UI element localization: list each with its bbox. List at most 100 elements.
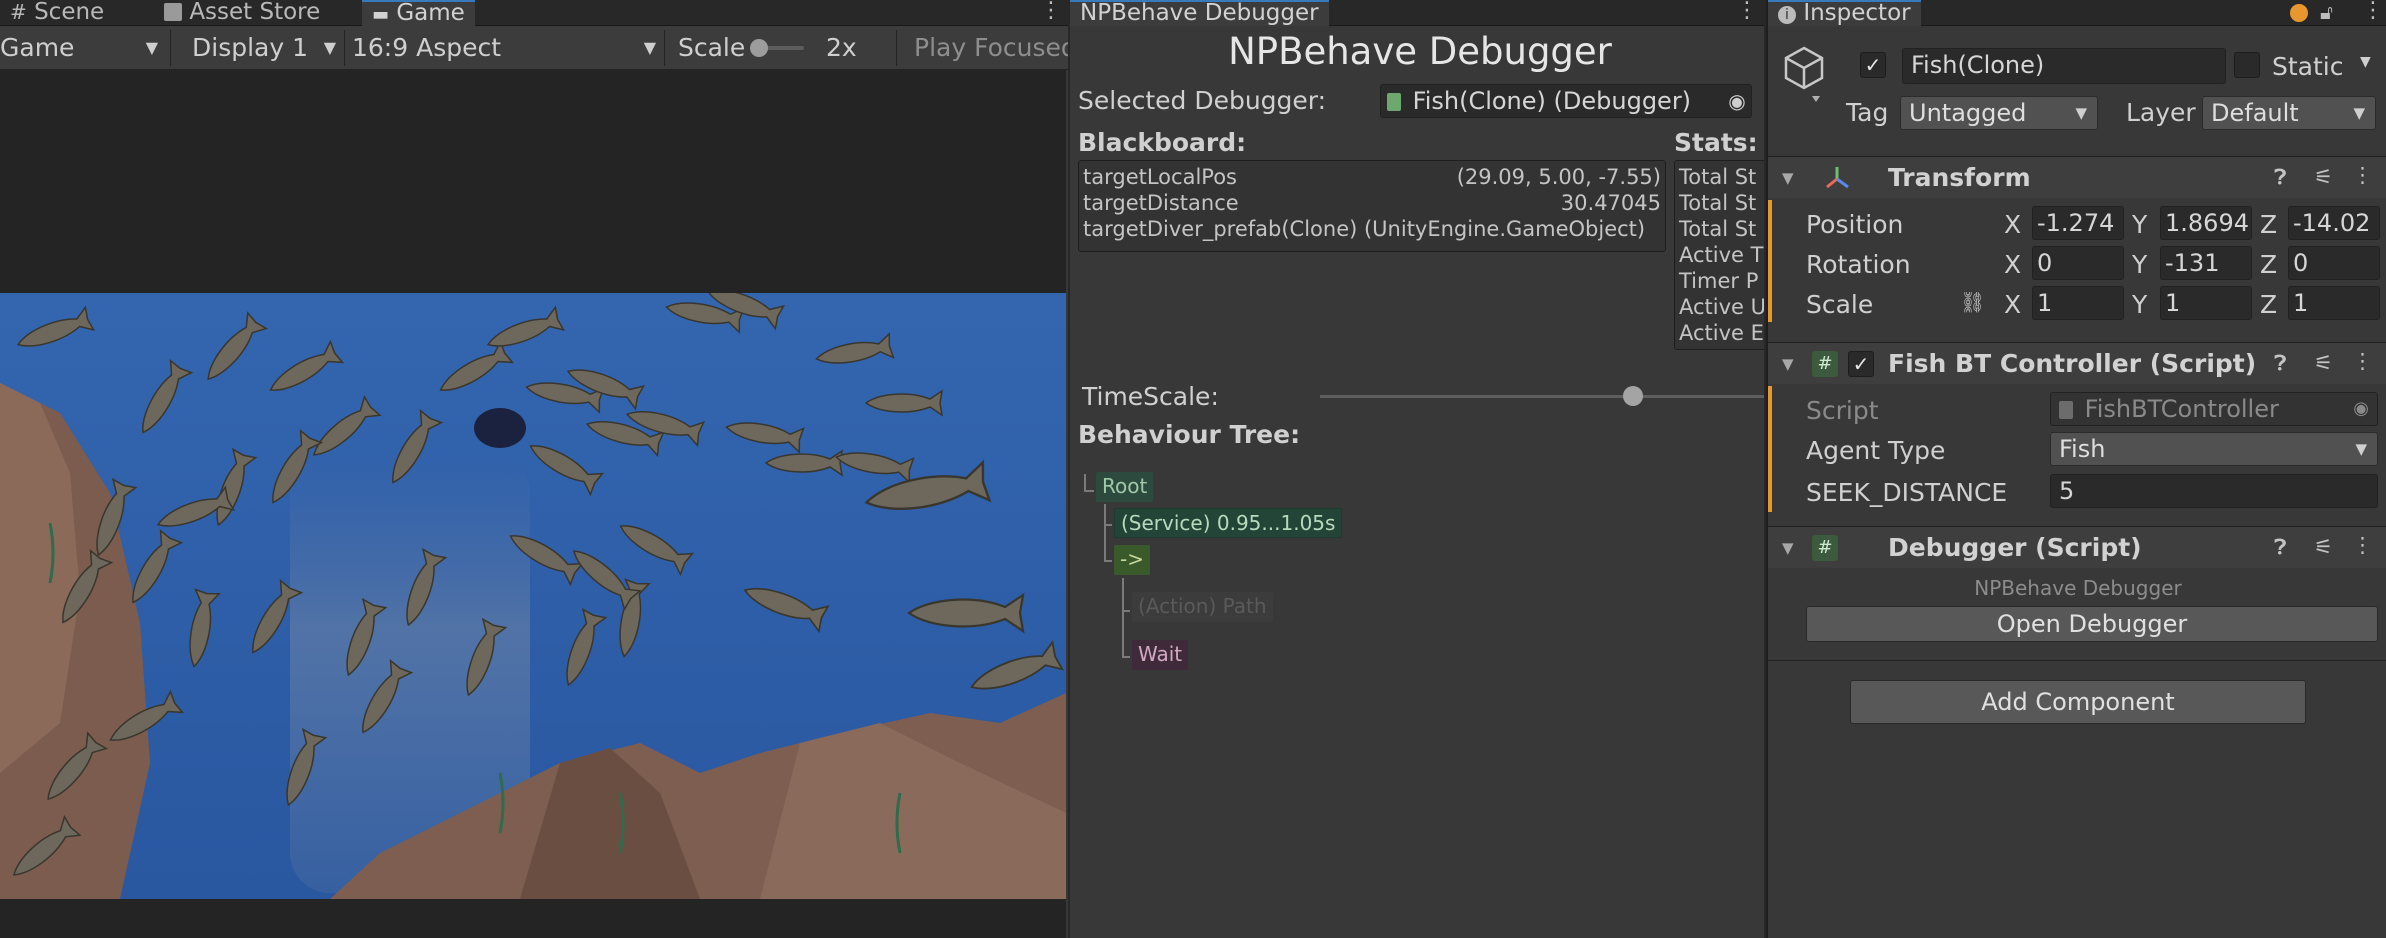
selected-debugger-field[interactable]: Fish(Clone) (Debugger) (1380, 84, 1752, 118)
stats-box: Total St Total St Total St Active T Timer PA… (1674, 160, 1764, 350)
tab-asset-store[interactable]: Asset Store (154, 0, 330, 26)
transform-z-field[interactable]: 0 (2288, 246, 2380, 280)
preset-sliders-icon[interactable]: ⚟ (2314, 165, 2333, 189)
tree-node-sequence[interactable]: -> (1114, 545, 1150, 575)
axis-y-label[interactable]: Y (2132, 250, 2147, 279)
lock-icon[interactable]: 🔓︎ (2320, 0, 2333, 24)
tree-node-wait[interactable]: Wait (1132, 640, 1189, 670)
axis-x-label[interactable]: X (2004, 290, 2021, 319)
axis-y-label[interactable]: Y (2132, 210, 2147, 239)
tab-scene[interactable]: # Scene (0, 0, 114, 26)
debugger-panel: NPBehave Debugger ⋮ NPBehave Debugger Se… (1070, 0, 1764, 938)
axis-z-label[interactable]: Z (2260, 210, 2277, 239)
fish-controller-header[interactable]: ▼ # ✓ Fish BT Controller (Script) ❓︎ ⚟ ⋮ (1768, 342, 2386, 384)
play-mode-dropdown[interactable]: Play Focused (914, 26, 1068, 70)
tab-npbehave-debugger[interactable]: NPBehave Debugger (1070, 0, 1329, 26)
agent-type-label: Agent Type (1806, 436, 1946, 465)
transform-icon (1822, 163, 1852, 199)
transform-title: Transform (1888, 163, 2031, 192)
transform-x-field[interactable]: 0 (2032, 246, 2124, 280)
preset-sliders-icon[interactable]: ⚟ (2314, 351, 2333, 375)
transform-header[interactable]: ▼ Transform ❓︎ ⚟ ⋮ (1768, 156, 2386, 198)
foldout-arrow-icon[interactable]: ▼ (1782, 169, 1794, 187)
axis-x-label[interactable]: X (2004, 250, 2021, 279)
stats-list: Total St Total St Total St Active T Timer PA… (1679, 165, 1764, 347)
object-picker-icon[interactable]: ◉ (2353, 393, 2369, 425)
tab-asset-store-label: Asset Store (189, 0, 321, 25)
help-icon[interactable]: ❓︎ (2274, 165, 2287, 190)
transform-x-field[interactable]: 1 (2032, 286, 2124, 320)
help-icon[interactable]: ❓︎ (2274, 535, 2287, 560)
debugger-script-header[interactable]: ▼ # Debugger (Script) ❓︎ ⚟ ⋮ (1768, 526, 2386, 568)
component-menu-icon[interactable]: ⋮ (2352, 163, 2373, 187)
component-menu-icon[interactable]: ⋮ (2352, 533, 2373, 557)
toolbar-divider (344, 30, 345, 66)
open-debugger-button[interactable]: Open Debugger (1806, 606, 2378, 642)
blackboard-row: targetDiver_prefab(Clone) (UnityEngine.G… (1083, 217, 1661, 241)
timescale-slider-thumb[interactable] (1622, 386, 1643, 406)
aspect-dropdown[interactable]: 16:9 Aspect ▼ (352, 26, 660, 70)
transform-y-field[interactable]: -131 (2160, 246, 2252, 280)
preset-sliders-icon[interactable]: ⚟ (2314, 535, 2333, 559)
debugger-panel-menu-icon[interactable]: ⋮ (1736, 0, 1758, 26)
tree-connector (1104, 524, 1112, 526)
timescale-slider[interactable] (1320, 386, 1764, 406)
static-label: Static (2272, 52, 2344, 81)
tree-connector (1104, 504, 1106, 560)
transform-y-field[interactable]: 1 (2160, 286, 2252, 320)
underwater-scene-image (0, 293, 1066, 899)
axis-z-label[interactable]: Z (2260, 250, 2277, 279)
script-file-icon (2059, 401, 2073, 419)
display-dropdown[interactable]: Display 1 ▼ (192, 26, 340, 70)
foldout-arrow-icon[interactable]: ▼ (1782, 539, 1794, 557)
scale-slider[interactable] (750, 39, 804, 57)
transform-x-field[interactable]: -1.274 (2032, 206, 2124, 240)
unlink-scale-icon[interactable]: ⛓ (1960, 290, 1985, 314)
agent-type-dropdown[interactable]: Fish (2050, 432, 2378, 466)
layer-dropdown[interactable]: Default (2202, 96, 2376, 130)
store-icon (164, 3, 182, 21)
help-icon[interactable]: ❓︎ (2274, 351, 2287, 376)
transform-y-field[interactable]: 1.8694 (2160, 206, 2252, 240)
stat-item: Total St (1679, 217, 1757, 241)
component-menu-icon[interactable]: ⋮ (2352, 349, 2373, 373)
diver-silhouette (474, 408, 526, 448)
object-picker-icon[interactable]: ◉ (1722, 84, 1752, 118)
game-toolbar: Game ▼ Display 1 ▼ 16:9 Aspect ▼ Scale 2… (0, 26, 1068, 70)
transform-row-label: Scale (1806, 290, 1874, 319)
stat-item: Total St (1679, 191, 1757, 215)
axis-x-label[interactable]: X (2004, 210, 2021, 239)
static-checkbox[interactable] (2234, 52, 2260, 78)
tree-node-root[interactable]: Root (1096, 472, 1154, 502)
fish-controller-enabled-checkbox[interactable]: ✓ (1848, 351, 1874, 377)
axis-y-label[interactable]: Y (2132, 290, 2147, 319)
tab-inspector[interactable]: i Inspector (1768, 0, 1921, 26)
seek-distance-field[interactable]: 5 (2050, 474, 2378, 508)
blackboard-row: targetDistance 30.47045 (1083, 191, 1661, 215)
game-viewport[interactable] (0, 70, 1066, 938)
inspector-menu-icon[interactable]: ⋮ (2362, 0, 2384, 26)
tree-connector (1122, 578, 1124, 658)
transform-z-field[interactable]: -14.02 (2288, 206, 2380, 240)
object-name-field[interactable]: Fish(Clone) (1902, 48, 2226, 84)
scale-slider-thumb[interactable] (750, 39, 768, 57)
gameobject-cube-icon[interactable] (1782, 44, 1826, 110)
foldout-arrow-icon[interactable]: ▼ (1782, 355, 1794, 373)
add-component-button[interactable]: Add Component (1850, 680, 2306, 724)
axis-z-label[interactable]: Z (2260, 290, 2277, 319)
blackboard-key: targetDistance (1083, 191, 1239, 215)
game-tabbar: # Scene Asset Store ▬ Game ⋮ (0, 0, 1068, 26)
tab-game[interactable]: ▬ Game (362, 0, 475, 26)
tree-node-service[interactable]: (Service) 0.95...1.05s (1114, 508, 1343, 538)
transform-z-field[interactable]: 1 (2288, 286, 2380, 320)
inspector-panel: i Inspector 🔓︎ ⋮ ✓ Fish(Clone) Static ▼ … (1766, 0, 2386, 938)
game-panel-menu-icon[interactable]: ⋮ (1040, 0, 1062, 26)
timescale-label: TimeScale: (1082, 382, 1219, 411)
chevron-down-icon: ▼ (643, 38, 656, 57)
tag-dropdown[interactable]: Untagged (1900, 96, 2098, 130)
game-mode-dropdown[interactable]: Game ▼ (0, 26, 166, 70)
tree-node-action-path[interactable]: (Action) Path (1132, 592, 1273, 622)
chevron-down-icon[interactable]: ▼ (2360, 54, 2371, 70)
selected-debugger-label: Selected Debugger: (1078, 86, 1327, 115)
active-checkbox[interactable]: ✓ (1860, 52, 1886, 78)
